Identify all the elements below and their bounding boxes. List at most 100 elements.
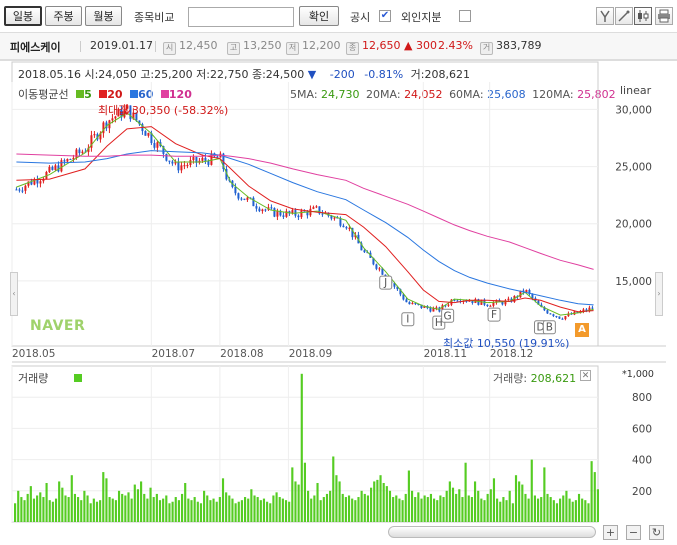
volume-bar	[407, 470, 410, 522]
candle-body	[345, 227, 348, 229]
volume-bar	[39, 492, 42, 522]
volume-bar	[225, 492, 228, 522]
volume-bar	[278, 497, 281, 522]
volume-bar	[140, 481, 143, 522]
candle-body	[21, 190, 24, 192]
candle-body	[486, 304, 489, 306]
ma5-line	[16, 112, 594, 316]
scroll-right-icon[interactable]: ›	[655, 272, 663, 316]
candle-body	[489, 305, 492, 307]
volume-bar	[146, 498, 149, 522]
date-tick-label: 2018.05	[12, 348, 55, 360]
volume-bar	[316, 483, 319, 522]
volume-bar	[168, 503, 171, 522]
volume-bar	[83, 490, 86, 522]
volume-bar	[288, 501, 291, 522]
volume-bar	[281, 498, 284, 522]
volume-bar	[379, 475, 382, 522]
candle-body	[321, 213, 324, 215]
close-icon[interactable]: ✕	[580, 370, 591, 381]
volume-bar	[549, 497, 552, 522]
volume-bar	[546, 493, 549, 522]
volume-bar	[514, 475, 518, 522]
candle-body	[246, 197, 249, 200]
candle-body	[363, 250, 366, 253]
candle-body	[66, 158, 69, 162]
volume-bar	[256, 497, 259, 522]
volume-panel-title: 거래량	[18, 370, 82, 386]
volume-bar	[370, 487, 373, 522]
volume-bar	[338, 481, 341, 522]
time-scrollbar[interactable]	[388, 526, 596, 538]
volume-bar	[307, 490, 310, 522]
price-tick-label: 20,000	[615, 219, 652, 231]
volume-bar	[518, 481, 521, 522]
candle-body	[171, 161, 174, 164]
volume-bar	[455, 493, 458, 522]
volume-bar	[26, 493, 29, 522]
volume-bar	[552, 500, 555, 522]
volume-bar	[247, 498, 250, 522]
candle-body	[261, 209, 264, 212]
volume-bar	[133, 484, 136, 522]
volume-bar	[571, 501, 574, 522]
candle-body	[411, 303, 414, 305]
flag-a-badge[interactable]: A	[575, 323, 589, 337]
volume-bar	[262, 498, 266, 522]
volume-bar	[395, 495, 398, 522]
volume-bar	[423, 495, 426, 522]
scroll-left-icon[interactable]: ‹	[10, 272, 18, 316]
volume-bar	[341, 493, 344, 522]
volume-bar	[502, 497, 505, 522]
volume-swatch	[73, 374, 82, 382]
volume-bar	[58, 481, 61, 522]
candle-body	[315, 206, 318, 208]
volume-bar	[596, 489, 599, 522]
volume-bar	[300, 373, 303, 522]
volume-bar	[319, 500, 322, 522]
candle-body	[558, 316, 561, 319]
volume-bar	[385, 486, 388, 522]
candle-body	[555, 316, 558, 318]
candle-body	[240, 198, 243, 200]
volume-bar	[461, 497, 464, 522]
volume-current: 거래량: 208,621	[493, 370, 576, 386]
volume-bar	[436, 500, 439, 522]
volume-bar	[17, 490, 20, 522]
volume-bar	[508, 490, 511, 522]
zoom-out-icon[interactable]: −	[626, 525, 641, 540]
candle-body	[237, 193, 240, 199]
event-marker-label: G	[444, 310, 452, 322]
volume-bar	[190, 500, 193, 522]
volume-bar	[382, 483, 385, 522]
volume-bar	[73, 493, 77, 522]
volume-bar	[313, 495, 316, 522]
volume-tick-label: 800	[632, 392, 652, 404]
candle-body	[51, 166, 54, 170]
candle-body	[273, 208, 276, 217]
volume-bar	[521, 484, 524, 522]
volume-bar	[127, 492, 130, 522]
candle-body	[111, 118, 114, 121]
volume-bar	[451, 487, 455, 522]
volume-bar	[121, 493, 124, 522]
volume-bar	[325, 493, 329, 522]
volume-bar	[332, 456, 335, 522]
volume-bar	[51, 501, 54, 522]
volume-bar	[45, 483, 48, 522]
zoom-in-icon[interactable]: +	[603, 525, 618, 540]
candle-body	[348, 227, 351, 229]
volume-bar	[67, 497, 70, 522]
candle-body	[252, 197, 255, 207]
volume-bar	[272, 495, 275, 522]
candle-body	[165, 153, 168, 161]
volume-bar	[533, 495, 536, 522]
volume-bar	[240, 500, 243, 522]
candle-body	[147, 133, 150, 136]
volume-bar	[193, 497, 196, 522]
volume-bar	[388, 490, 392, 522]
refresh-icon[interactable]: ↻	[649, 525, 664, 540]
volume-tick-label: 600	[632, 423, 652, 435]
candle-body	[81, 151, 84, 154]
volume-bar	[152, 497, 155, 522]
